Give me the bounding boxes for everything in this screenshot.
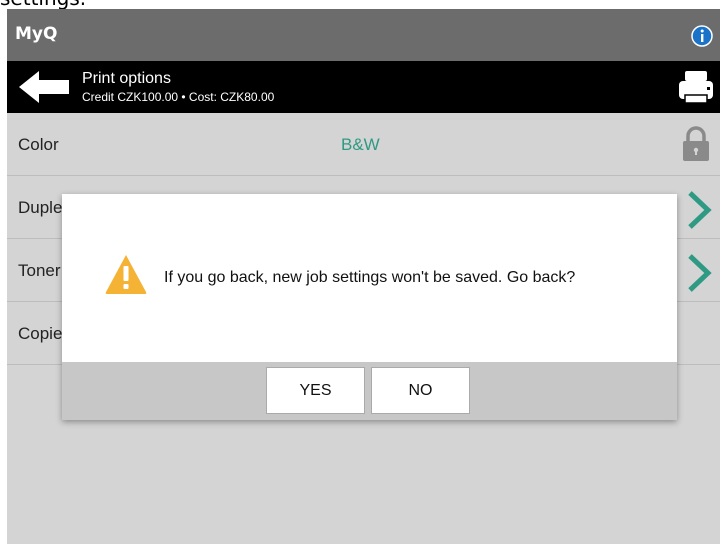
option-label: Color bbox=[18, 135, 59, 154]
dialog-footer: YES NO bbox=[62, 362, 677, 420]
no-button[interactable]: NO bbox=[371, 367, 470, 414]
app-title: MyQ bbox=[15, 24, 58, 44]
yes-button[interactable]: YES bbox=[266, 367, 365, 414]
chevron-right-icon bbox=[688, 191, 712, 229]
dialog-message: If you go back, new job settings won't b… bbox=[164, 269, 576, 286]
warning-icon bbox=[105, 255, 147, 294]
title-bar: MyQ bbox=[7, 9, 720, 61]
printer-icon[interactable] bbox=[676, 67, 716, 107]
confirm-dialog: If you go back, new job settings won't b… bbox=[62, 194, 677, 420]
chevron-right-icon bbox=[688, 254, 712, 292]
option-value: B&W bbox=[341, 135, 380, 154]
back-arrow-icon[interactable] bbox=[17, 69, 71, 105]
option-row-color[interactable]: Color B&W bbox=[7, 113, 720, 176]
print-options-header: Print options Credit CZK100.00 • Cost: C… bbox=[7, 61, 720, 113]
lock-icon bbox=[683, 126, 709, 161]
device-screen: MyQ Print options Credit CZK100.00 • Cos… bbox=[7, 9, 720, 544]
header-title: Print options bbox=[82, 70, 171, 87]
page-caption: settings. bbox=[0, 0, 86, 9]
header-subtitle: Credit CZK100.00 • Cost: CZK80.00 bbox=[82, 90, 275, 104]
info-icon[interactable] bbox=[691, 25, 713, 47]
option-label: Toner bbox=[18, 261, 61, 280]
